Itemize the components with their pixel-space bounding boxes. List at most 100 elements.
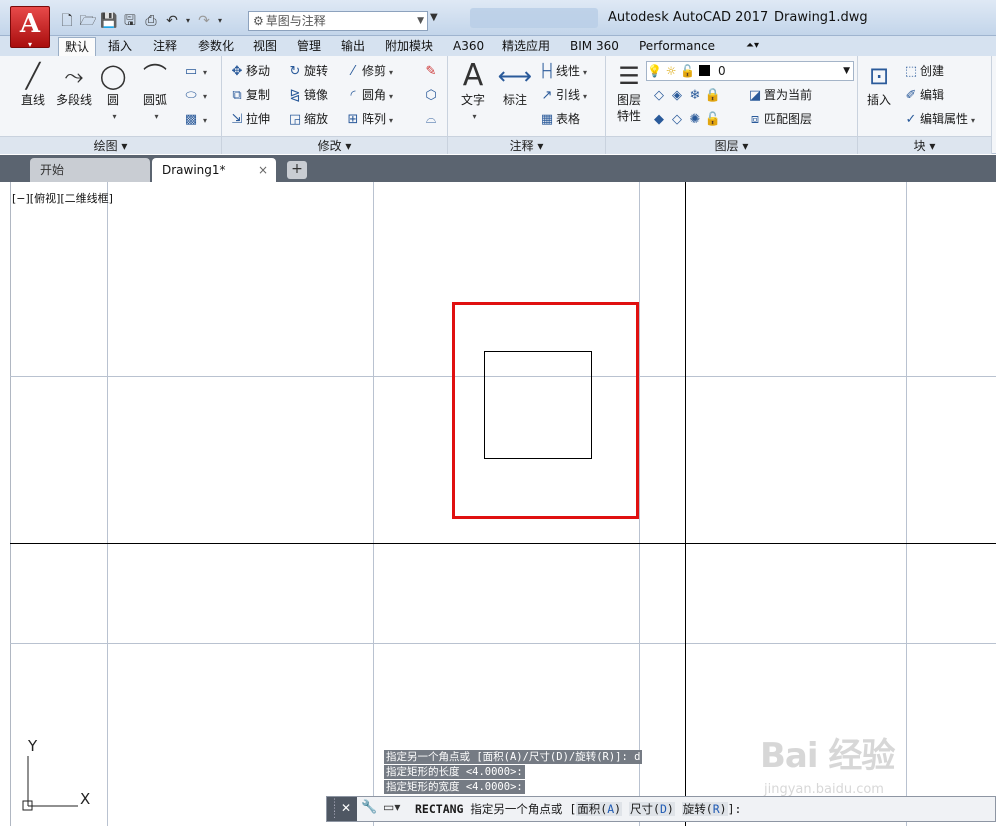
set-current-icon: ◪	[748, 88, 762, 103]
option-rotation[interactable]: 旋转(R)	[681, 802, 728, 816]
edit-attributes[interactable]: ✓ 编辑属性 ▾	[902, 109, 975, 129]
title-bar: A ▾ 🗋 🗁 💾 🖫 ⎙ ↶ ▾ ↷ ▾ ⚙ 草图与注释 ▼ ▼ Autodes…	[0, 0, 996, 48]
tab-bim360[interactable]: BIM 360	[564, 37, 625, 56]
arc-tool[interactable]: ⌒ 圆弧 ▾	[134, 60, 176, 122]
chevron-down-icon: ▾	[112, 112, 117, 121]
layer-color-swatch	[699, 65, 711, 76]
match-layer[interactable]: ⧈ 匹配图层	[746, 109, 812, 129]
tab-start[interactable]: 开始	[30, 158, 150, 182]
tab-a360[interactable]: A360	[447, 37, 490, 56]
annotation-panel-title[interactable]: 注释 ▾	[448, 136, 605, 154]
close-icon[interactable]: ×	[258, 158, 268, 182]
rectangle-tool[interactable]: ▭ ▾	[182, 61, 207, 81]
command-history-line: 指定矩形的宽度 <4.0000>:	[384, 780, 525, 794]
open-folder-icon[interactable]: 🗁	[79, 12, 97, 30]
explode-tool[interactable]: ⬡	[422, 85, 440, 105]
tab-parametric[interactable]: 参数化	[192, 37, 240, 56]
linear-dim-icon: ├┤	[539, 64, 555, 79]
print-icon[interactable]: ⎙	[142, 12, 160, 30]
command-history-line: 指定另一个角点或 [面积(A)/尺寸(D)/旋转(R)]: d	[384, 750, 643, 764]
option-dimensions[interactable]: 尺寸(D)	[629, 802, 675, 816]
hatch-tool[interactable]: ⬭ ▾	[182, 85, 207, 105]
drag-handle-icon[interactable]: ⋮ ⋮ ⋮	[330, 799, 339, 820]
linear-dim-tool[interactable]: ├┤线性 ▾	[538, 61, 587, 81]
redo-dropdown-icon[interactable]: ▾	[216, 12, 224, 30]
wrench-icon[interactable]: 🔧	[361, 800, 377, 815]
offset-tool[interactable]: ⌓	[422, 109, 440, 129]
undo-dropdown-icon[interactable]: ▾	[184, 12, 192, 30]
create-block[interactable]: ⬚ 创建	[902, 61, 944, 81]
layer-tools-row-2[interactable]: ◆ ◇ ✺ 🔓	[650, 109, 722, 129]
new-tab-button[interactable]: +	[287, 161, 307, 179]
tab-addins[interactable]: 附加模块	[379, 37, 439, 56]
chevron-down-icon: ▾	[154, 112, 159, 121]
save-as-icon[interactable]: 🖫	[121, 12, 139, 30]
redo-icon[interactable]: ↷	[195, 12, 213, 30]
rotate-tool[interactable]: ↻ 旋转	[286, 61, 328, 81]
copy-tool[interactable]: ⧉ 复制	[228, 85, 270, 105]
tab-annotate[interactable]: 注释	[147, 37, 183, 56]
array-icon: ⊞	[347, 112, 359, 127]
layer-unlock-icon: 🔓	[704, 112, 722, 127]
layer-dropdown[interactable]: 💡 ☼ 🔓 0 ▼	[646, 61, 854, 81]
tab-drawing1[interactable]: Drawing1* ×	[152, 158, 276, 182]
tab-manage[interactable]: 管理	[291, 37, 327, 56]
chevron-down-icon: ▾	[971, 116, 976, 125]
workspace-selector[interactable]: ⚙ 草图与注释 ▼	[248, 11, 428, 31]
insert-label: 插入	[866, 93, 891, 107]
layer-freeze-icon: ❄	[689, 88, 701, 103]
block-panel-title[interactable]: 块 ▾	[858, 136, 991, 154]
set-current-layer[interactable]: ◪ 置为当前	[746, 85, 812, 105]
modify-panel: ✥ 移动 ↻ 旋转 ⁄ 修剪 ▾ ✎ ⧉ 复制 ⧎ 镜像 ◜ 圆角 ▾ ⬡ ⇲ 拉伸 ◲ 缩放 ⊞ 阵…	[222, 56, 448, 154]
mirror-tool[interactable]: ⧎ 镜像	[286, 85, 328, 105]
stretch-tool[interactable]: ⇲ 拉伸	[228, 109, 270, 129]
trim-tool[interactable]: ⁄ 修剪 ▾	[344, 61, 393, 81]
move-tool[interactable]: ✥ 移动	[228, 61, 270, 81]
table-tool[interactable]: ▦ 表格	[538, 109, 580, 129]
viewport-controls[interactable]: [−][俯视][二维线框]	[12, 190, 113, 206]
erase-tool[interactable]: ✎	[422, 61, 440, 81]
insert-block-tool[interactable]: ⊡ 插入	[858, 60, 900, 108]
recent-commands-icon[interactable]: ▭▾	[383, 800, 400, 814]
polyline-tool[interactable]: ⤳ 多段线	[52, 60, 96, 108]
stretch-icon: ⇲	[231, 112, 243, 127]
edit-block[interactable]: ✐ 编辑	[902, 85, 944, 105]
dimension-tool[interactable]: ⟷ 标注	[494, 60, 536, 108]
boundary-tool[interactable]: ▩ ▾	[182, 109, 207, 129]
layers-panel-title[interactable]: 图层 ▾	[606, 136, 857, 154]
tab-home[interactable]: 默认	[58, 37, 97, 56]
text-tool[interactable]: A 文字 ▾	[452, 60, 494, 122]
close-icon[interactable]: ✕	[341, 801, 351, 815]
draw-panel-title[interactable]: 绘图 ▾	[0, 136, 221, 154]
circle-icon: ◯	[99, 62, 127, 90]
chevron-down-icon: ▾	[203, 92, 208, 101]
chevron-down-icon: ▾	[389, 116, 394, 125]
layer-tools-row-1[interactable]: ◇ ◈ ❄ 🔒	[650, 85, 722, 105]
tab-view[interactable]: 视图	[247, 37, 283, 56]
layer-stack-icon: ☰	[618, 62, 640, 90]
save-icon[interactable]: 💾	[100, 12, 118, 30]
tab-output[interactable]: 输出	[335, 37, 371, 56]
command-line-grip[interactable]: ⋮ ⋮ ⋮ ✕	[327, 797, 357, 821]
rotate-icon: ↻	[289, 64, 301, 79]
customize-qat-icon[interactable]: ▼	[430, 12, 438, 23]
undo-icon[interactable]: ↶	[163, 12, 181, 30]
circle-tool[interactable]: ◯ 圆 ▾	[92, 60, 134, 122]
application-menu-button[interactable]: A ▾	[10, 6, 50, 48]
leader-tool[interactable]: ↗ 引线 ▾	[538, 85, 587, 105]
ucs-x-label: X	[80, 790, 90, 808]
array-tool[interactable]: ⊞ 阵列 ▾	[344, 109, 393, 129]
trim-icon: ⁄	[351, 64, 355, 79]
fillet-tool[interactable]: ◜ 圆角 ▾	[344, 85, 393, 105]
option-area[interactable]: 面积(A)	[576, 802, 623, 816]
scale-tool[interactable]: ◲ 缩放	[286, 109, 328, 129]
line-tool[interactable]: ╱ 直线	[12, 60, 54, 108]
layer-properties-tool[interactable]: ☰ 图层 特性	[608, 60, 650, 124]
new-file-icon[interactable]: 🗋	[58, 12, 76, 30]
tab-performance[interactable]: Performance	[633, 37, 721, 56]
tab-insert[interactable]: 插入	[102, 37, 138, 56]
tab-featured-apps[interactable]: 精选应用	[496, 37, 556, 56]
modify-panel-title[interactable]: 修改 ▾	[222, 136, 447, 154]
ribbon-minimize-icon[interactable]: ⏶▾	[740, 37, 765, 56]
leader-icon: ↗	[541, 88, 553, 103]
